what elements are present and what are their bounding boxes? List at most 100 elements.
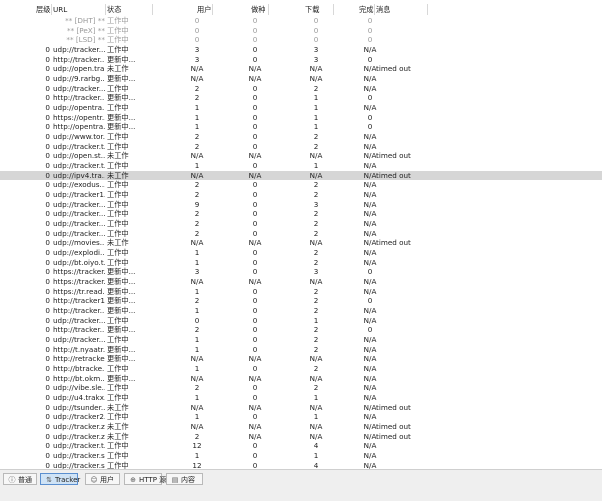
tracker-row[interactable]: 0 udp://tracker.t... 工作中 12 0 4 N/A [0, 441, 602, 451]
tracker-row[interactable]: 0udp://tracker.z...未工作2N/AN/AN/Atimed ou… [0, 432, 602, 442]
tracker-row[interactable]: 0 udp://tracker.... 工作中 2 0 2 N/A [0, 229, 602, 239]
tab-general[interactable]: ⓘ 普通 [3, 473, 37, 485]
tracker-row[interactable]: 0 http://btracke... 工作中 1 0 2 N/A [0, 364, 602, 374]
tab-peers[interactable]: ☺ 用户 [85, 473, 120, 485]
row-level: 0 [45, 373, 50, 383]
tracker-row[interactable]: ** [DHT] ** 工作中 0 0 0 0 [0, 16, 602, 26]
tab-trackers[interactable]: ⇅ Tracker [40, 473, 80, 485]
tracker-row[interactable]: 0udp://tracker.s...工作中101N/A [0, 451, 602, 461]
tracker-row[interactable]: 0 udp://opentra... 工作中 1 0 1 N/A [0, 103, 602, 113]
row-message [376, 354, 436, 364]
tracker-row[interactable]: 0 udp://www.tor... 工作中 2 0 2 N/A [0, 132, 602, 142]
row-leeches: 2 [313, 296, 319, 306]
tracker-row[interactable]: 0 udp://tracker.... 工作中 2 0 2 N/A [0, 219, 602, 229]
tracker-row[interactable]: 0udp://open.tra...未工作N/AN/AN/AN/Atimed o… [0, 64, 602, 74]
row-url: udp://tracker.t... [53, 161, 105, 171]
row-leeches: N/A [309, 170, 323, 180]
tracker-row[interactable]: 0http://tracker1...更新中...2020 [0, 296, 602, 306]
col-separator[interactable] [212, 4, 213, 15]
row-level: 0 [45, 219, 50, 229]
col-leeches[interactable]: 下载 [305, 3, 319, 16]
tracker-row[interactable]: 0 udp://tracker.... 工作中 0 0 1 N/A [0, 316, 602, 326]
row-level: 0 [45, 180, 50, 190]
tracker-row[interactable]: 0 udp://open.st... 未工作 N/A N/A N/A N/A timed ou… [0, 151, 602, 161]
tracker-row[interactable]: 0 https://opentr... 更新中... 1 0 1 0 [0, 113, 602, 123]
col-url[interactable]: URL [53, 3, 67, 16]
row-url: udp://opentra... [53, 103, 105, 113]
col-separator[interactable] [268, 4, 269, 15]
tracker-row[interactable]: 0http://retracke...更新中...N/AN/AN/AN/A [0, 354, 602, 364]
tracker-row[interactable]: 0udp://tracker2....工作中101N/A [0, 412, 602, 422]
row-peers: 0 [194, 35, 200, 45]
tracker-row[interactable]: 0 https://tracker... 更新中... 3 0 3 0 [0, 267, 602, 277]
tracker-row[interactable]: 0 http://bt.okm.... 更新中... N/A N/A N/A N/A [0, 374, 602, 384]
row-url: udp://tracker1... [53, 190, 105, 200]
tracker-row[interactable]: 0 udp://bt.oiyo.t... 工作中 1 0 2 N/A [0, 258, 602, 268]
row-status: 更新中... [107, 373, 136, 383]
tracker-row[interactable]: 0udp://tracker.s...工作中1204N/A [0, 461, 602, 469]
tracker-row[interactable]: 0 udp://vibe.sle... 工作中 2 0 2 N/A [0, 383, 602, 393]
col-level[interactable]: 层级 [36, 3, 50, 16]
row-level: 0 [45, 141, 50, 151]
col-peers[interactable]: 用户 [197, 3, 211, 16]
tracker-row[interactable]: 0 https://tr.read... 更新中... 1 0 2 N/A [0, 287, 602, 297]
row-seeds: N/A [248, 373, 262, 383]
col-separator[interactable] [333, 4, 334, 15]
tracker-row[interactable]: 0 udp://exodus.... 工作中 2 0 2 N/A [0, 180, 602, 190]
tracker-row[interactable]: 0 udp://tracker.... 工作中 1 0 2 N/A [0, 335, 602, 345]
row-message [376, 200, 436, 210]
tracker-row[interactable]: 0 http://t.nyaatr... 更新中... 1 0 2 N/A [0, 345, 602, 355]
col-separator[interactable] [152, 4, 153, 15]
row-seeds: 0 [252, 54, 258, 64]
tab-http-sources[interactable]: ⊕ HTTP 源 [124, 473, 166, 485]
tracker-row[interactable]: 0 udp://explodi... 工作中 1 0 2 N/A [0, 248, 602, 258]
tracker-row[interactable]: 0 udp://movies.... 未工作 N/A N/A N/A N/A timed ou… [0, 238, 602, 248]
row-url: http://tracker.... [53, 325, 105, 335]
row-leeches: 3 [313, 45, 319, 54]
tracker-row[interactable]: 0 udp://tracker.... 工作中 3 0 3 N/A [0, 45, 602, 55]
col-separator[interactable] [427, 4, 428, 15]
tracker-row[interactable]: ** [LSD] ** 工作中 0 0 0 0 [0, 35, 602, 45]
row-message [376, 287, 436, 297]
tracker-row[interactable]: 0 udp://tracker.... 工作中 2 0 2 N/A [0, 209, 602, 219]
tracker-row[interactable]: 0udp://u4.trakx....工作中101N/A [0, 393, 602, 403]
row-message [376, 219, 436, 229]
row-status: 工作中 [107, 364, 129, 374]
row-seeds: N/A [248, 422, 262, 432]
tracker-row[interactable]: 0 udp://tsunder... 未工作 N/A N/A N/A N/A timed ou… [0, 403, 602, 413]
tracker-row[interactable]: 0 http://tracker.... 更新中... 2 0 2 0 [0, 325, 602, 335]
tracker-row[interactable]: 0 http://opentra... 更新中... 1 0 1 0 [0, 122, 602, 132]
tracker-row[interactable]: ** [PeX] ** 工作中 0 0 0 0 [0, 26, 602, 36]
tracker-row[interactable]: 0 http://tracker.... 更新中... 1 0 2 N/A [0, 306, 602, 316]
row-peers: N/A [190, 354, 204, 364]
col-downloaded[interactable]: 完成 [359, 3, 373, 16]
col-separator[interactable] [105, 4, 106, 15]
row-seeds: 0 [252, 122, 258, 132]
tracker-row[interactable]: 0 udp://tracker.t... 工作中 2 0 2 N/A [0, 142, 602, 152]
row-peers: 2 [194, 141, 200, 151]
col-seeds[interactable]: 做种 [251, 3, 265, 16]
tracker-row[interactable]: 0udp://tracker.z...未工作N/AN/AN/AN/Atimed … [0, 422, 602, 432]
row-level [0, 16, 50, 26]
row-leeches: 0 [313, 35, 319, 45]
tracker-row[interactable]: 0 http://tracker.... 更新中... 2 0 1 0 [0, 93, 602, 103]
tracker-row[interactable]: 0 udp://tracker.... 工作中 9 0 3 N/A [0, 200, 602, 210]
tracker-list[interactable]: ** [DHT] ** 工作中 0 0 0 0 ** [PeX] ** 工作中 0 0 0 0 ** [… [0, 16, 602, 469]
tab-content[interactable]: ▤ 内容 [166, 473, 203, 485]
row-seeds: 0 [252, 219, 258, 229]
row-seeds: 0 [252, 383, 258, 393]
col-separator[interactable] [51, 4, 52, 15]
tracker-row[interactable]: 0 udp://9.rarbg.... 更新中... N/A N/A N/A N/A [0, 74, 602, 84]
row-url: udp://tracker.... [53, 228, 105, 238]
col-status[interactable]: 状态 [107, 3, 121, 16]
tracker-row[interactable]: 0 https://tracker... 更新中... N/A N/A N/A N/A [0, 277, 602, 287]
col-message[interactable]: 消息 [376, 3, 390, 16]
tracker-row[interactable]: 0 udp://tracker.t... 工作中 1 0 1 N/A [0, 161, 602, 171]
row-message [376, 103, 436, 113]
tracker-row[interactable]: 0 udp://tracker.... 工作中 2 0 2 N/A [0, 84, 602, 94]
tracker-row[interactable]: 0 udp://ipv4.tra... 未工作 N/A N/A N/A N/A timed o… [0, 170, 602, 181]
col-separator[interactable] [374, 4, 375, 15]
tracker-row[interactable]: 0udp://tracker1...工作中202N/A [0, 190, 602, 200]
row-leeches: 2 [313, 132, 319, 142]
tracker-row[interactable]: 0 http://tracker.... 更新中... 3 0 3 0 [0, 55, 602, 65]
